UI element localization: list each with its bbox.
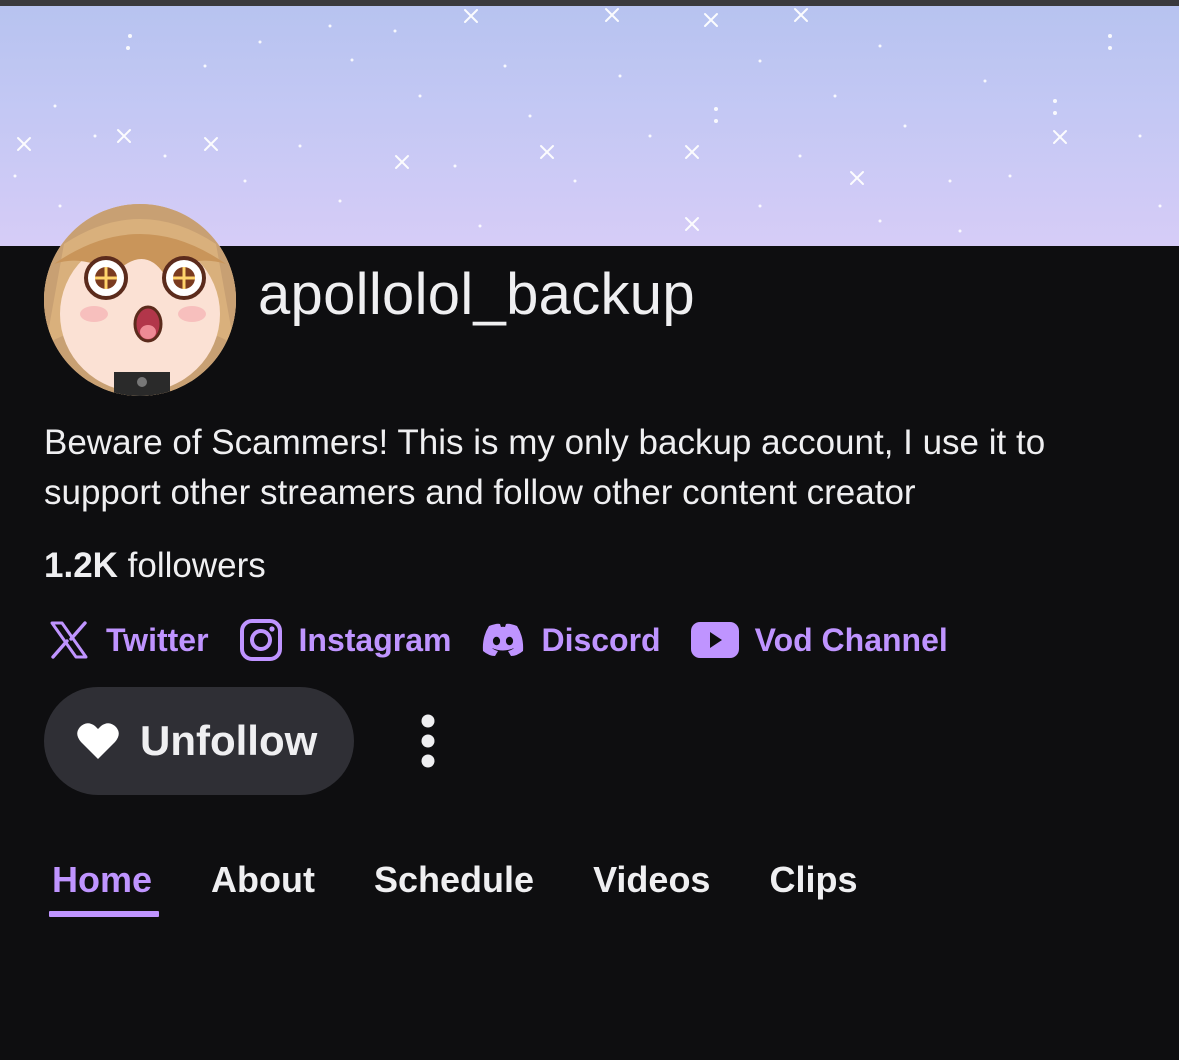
avatar-image	[44, 204, 236, 396]
unfollow-button[interactable]: Unfollow	[44, 687, 354, 795]
social-links: Twitter Instagram Discord Vod Channel	[48, 616, 978, 664]
tab-label-schedule: Schedule	[374, 859, 535, 900]
social-link-discord[interactable]: Discord	[481, 621, 661, 659]
social-link-twitter[interactable]: Twitter	[48, 619, 209, 661]
tab-videos[interactable]: Videos	[593, 854, 710, 906]
more-vertical-icon	[421, 714, 435, 768]
social-label-instagram: Instagram	[298, 621, 452, 658]
x-logo-icon	[50, 621, 88, 659]
discord-icon	[483, 623, 524, 656]
social-label-vod-channel: Vod Channel	[754, 621, 948, 658]
channel-username: apollolol_backup	[258, 262, 695, 327]
tab-label-videos: Videos	[593, 859, 711, 900]
channel-banner	[0, 6, 1179, 246]
unfollow-label: Unfollow	[140, 717, 318, 764]
more-options-button[interactable]	[404, 706, 452, 778]
channel-tabs: Home About Schedule Videos Clips	[49, 854, 916, 917]
tab-home[interactable]: Home	[49, 854, 159, 917]
avatar[interactable]	[44, 204, 236, 396]
tab-label-about: About	[211, 859, 315, 900]
tab-label-home: Home	[52, 859, 153, 900]
followers-number: 1.2K	[44, 546, 118, 585]
instagram-icon	[239, 619, 282, 661]
tab-about[interactable]: About	[211, 854, 315, 906]
social-label-discord: Discord	[541, 621, 661, 658]
tab-label-clips: Clips	[769, 859, 858, 900]
social-link-instagram[interactable]: Instagram	[239, 618, 452, 662]
sparkle-pattern	[13, 8, 1162, 233]
followers-label: followers	[127, 546, 266, 585]
active-tab-indicator	[49, 911, 159, 917]
tab-schedule[interactable]: Schedule	[374, 854, 534, 906]
social-label-twitter: Twitter	[106, 621, 209, 658]
social-link-vod-channel[interactable]: Vod Channel	[690, 621, 948, 659]
followers-count: 1.2K followers	[44, 544, 266, 588]
channel-bio: Beware of Scammers! This is my only back…	[44, 423, 1046, 512]
tab-clips[interactable]: Clips	[769, 854, 857, 906]
heart-icon	[77, 723, 119, 759]
youtube-icon	[690, 622, 739, 658]
